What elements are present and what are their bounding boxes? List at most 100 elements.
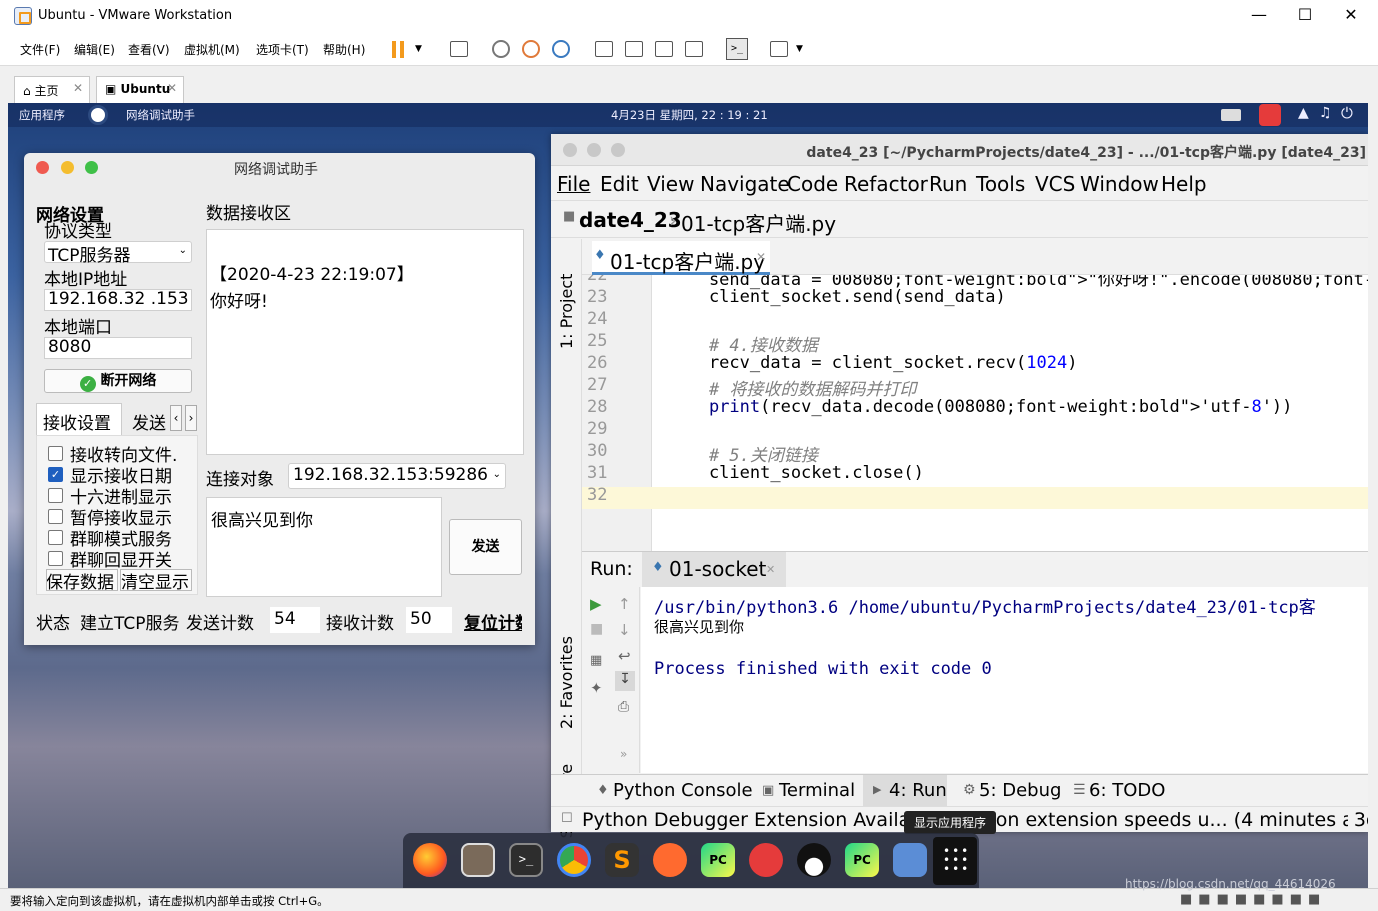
- arrow-down-icon[interactable]: ↓: [618, 621, 631, 639]
- stop-icon[interactable]: ■: [590, 621, 603, 637]
- soft-wrap-icon[interactable]: ↩: [618, 647, 631, 665]
- code-editor[interactable]: 22 send_data = 008080;font-weight:bold">…: [582, 275, 1368, 551]
- active-app-name[interactable]: 网络调试助手: [126, 107, 195, 123]
- conn-target-select[interactable]: 192.168.32.153:59286 ⌄: [288, 463, 506, 489]
- menu-tools[interactable]: Tools: [976, 172, 1025, 196]
- checkbox-checked-icon[interactable]: ✓: [48, 467, 63, 482]
- console-icon[interactable]: >_: [726, 38, 748, 60]
- power-icon[interactable]: ⏻: [1341, 104, 1353, 122]
- checkbox[interactable]: [48, 551, 63, 566]
- checkbox[interactable]: [48, 530, 63, 545]
- postman-icon[interactable]: [653, 843, 687, 877]
- clock[interactable]: 4月23日 星期四, 22 : 19 : 21: [611, 107, 768, 123]
- snapshot-manager-icon[interactable]: [552, 40, 570, 58]
- qq-icon[interactable]: [797, 843, 831, 877]
- menu-run[interactable]: Run: [929, 172, 967, 196]
- show-applications-button[interactable]: ••• ••• •••: [933, 837, 977, 885]
- tool-project[interactable]: 1: Project: [557, 249, 577, 349]
- device-icons[interactable]: ■■■■■■■■: [1180, 892, 1326, 907]
- menu-vcs[interactable]: VCS: [1035, 172, 1075, 196]
- thumbnail-icon[interactable]: [625, 41, 643, 57]
- revert-snapshot-icon[interactable]: [522, 40, 540, 58]
- breadcrumb-project[interactable]: date4_23: [579, 208, 682, 232]
- menu-help[interactable]: Help: [1161, 172, 1207, 196]
- close-icon[interactable]: ✕: [73, 81, 83, 95]
- maximize-icon[interactable]: [611, 143, 625, 157]
- scroll-to-end-icon[interactable]: ↧: [615, 671, 635, 691]
- tool-favorites[interactable]: 2: Favorites: [557, 619, 577, 729]
- print-icon[interactable]: ⎙: [618, 699, 629, 715]
- firefox-icon[interactable]: [413, 843, 447, 877]
- pycharm-icon[interactable]: PC: [701, 843, 735, 877]
- tab-recv-settings[interactable]: 接收设置: [36, 403, 122, 435]
- ip-field[interactable]: 192.168.32 .153: [44, 289, 192, 311]
- minimize-icon[interactable]: [61, 161, 74, 174]
- maximize-icon[interactable]: [85, 161, 98, 174]
- pin-icon[interactable]: ✦: [590, 679, 603, 697]
- tab-home[interactable]: ⌂ 主页 ✕: [14, 76, 90, 103]
- files-icon[interactable]: [461, 843, 495, 877]
- close-icon[interactable]: ✕: [167, 81, 177, 95]
- network-tool-icon[interactable]: [893, 843, 927, 877]
- menu-file[interactable]: 文件(F): [20, 41, 60, 58]
- snapshot-icon[interactable]: [492, 40, 510, 58]
- checkbox[interactable]: [48, 488, 63, 503]
- menu-file[interactable]: File: [557, 172, 590, 196]
- run-console[interactable]: /usr/bin/python3.6 /home/ubuntu/PycharmP…: [641, 587, 1368, 773]
- tool-run-active[interactable]: ▶ 4: Run: [863, 775, 947, 807]
- tab-scroll-left-icon[interactable]: ‹: [170, 405, 182, 431]
- breadcrumb-file[interactable]: 01-tcp客户端.py: [681, 208, 836, 237]
- ubuntu-desktop[interactable]: 应用程序 网络调试助手 4月23日 星期四, 22 : 19 : 21 ▲ ♫ …: [8, 103, 1368, 888]
- more-icon[interactable]: »: [620, 747, 627, 761]
- chrome-icon[interactable]: [557, 843, 591, 877]
- event-log-icon[interactable]: ☐: [561, 811, 573, 826]
- netease-music-icon[interactable]: [1259, 104, 1281, 126]
- sidebar-icon[interactable]: [595, 41, 613, 57]
- layout-icon[interactable]: ▦: [590, 653, 602, 668]
- menu-view[interactable]: View: [647, 172, 694, 196]
- send-keys-icon[interactable]: [450, 41, 468, 57]
- clear-display-button[interactable]: 清空显示: [120, 569, 192, 591]
- menu-vm[interactable]: 虚拟机(M): [184, 41, 240, 58]
- tab-send-settings[interactable]: 发送: [126, 407, 174, 435]
- rerun-icon[interactable]: ▶: [590, 595, 602, 613]
- chevron-down-icon[interactable]: ▼: [796, 44, 803, 54]
- checkbox[interactable]: [48, 446, 63, 461]
- unity-icon[interactable]: [685, 41, 703, 57]
- port-field[interactable]: 8080: [44, 337, 192, 359]
- menu-edit[interactable]: 编辑(E): [74, 41, 115, 58]
- applications-menu[interactable]: 应用程序: [19, 107, 65, 123]
- tool-python-console[interactable]: Python Console: [613, 780, 753, 801]
- send-button[interactable]: 发送: [449, 519, 522, 575]
- stretch-icon[interactable]: [770, 41, 788, 57]
- terminal-icon[interactable]: >_: [509, 843, 543, 877]
- menu-help[interactable]: 帮助(H): [323, 41, 365, 58]
- menu-refactor[interactable]: Refactor: [844, 172, 928, 196]
- tool-debug[interactable]: 5: Debug: [979, 780, 1061, 801]
- protocol-select[interactable]: TCP服务器 ⌄: [44, 241, 192, 266]
- pause-icon[interactable]: [392, 41, 396, 58]
- menu-view[interactable]: 查看(V): [128, 41, 170, 58]
- disconnect-button[interactable]: ✓ 断开网络: [44, 369, 192, 393]
- reset-count-button[interactable]: 复位计数: [462, 607, 522, 633]
- close-icon[interactable]: ✕: [756, 250, 766, 264]
- keyboard-icon[interactable]: [1221, 109, 1241, 121]
- network-icon[interactable]: ▲: [1298, 105, 1309, 121]
- menu-window[interactable]: Window: [1080, 172, 1159, 196]
- close-icon[interactable]: [563, 143, 577, 157]
- tool-terminal[interactable]: Terminal: [779, 780, 855, 801]
- send-textarea[interactable]: 很高兴见到你: [206, 497, 442, 597]
- menu-code[interactable]: Code: [787, 172, 838, 196]
- tab-scroll-right-icon[interactable]: ›: [185, 405, 197, 431]
- volume-icon[interactable]: ♫: [1319, 105, 1332, 121]
- recv-textarea[interactable]: 【2020-4-23 22:19:07】 你好呀!: [206, 229, 524, 455]
- minimize-icon[interactable]: [587, 143, 601, 157]
- minimize-icon[interactable]: —: [1236, 0, 1282, 32]
- sublime-icon[interactable]: S: [605, 843, 639, 877]
- tool-todo[interactable]: 6: TODO: [1089, 780, 1165, 801]
- menu-tabs[interactable]: 选项卡(T): [256, 41, 309, 58]
- run-tab[interactable]: ♦ 01-socket ✕: [642, 552, 786, 588]
- menu-navigate[interactable]: Navigate: [700, 172, 790, 196]
- save-data-button[interactable]: 保存数据: [46, 569, 118, 591]
- tab-ubuntu[interactable]: ▣ Ubuntu ✕: [96, 76, 184, 103]
